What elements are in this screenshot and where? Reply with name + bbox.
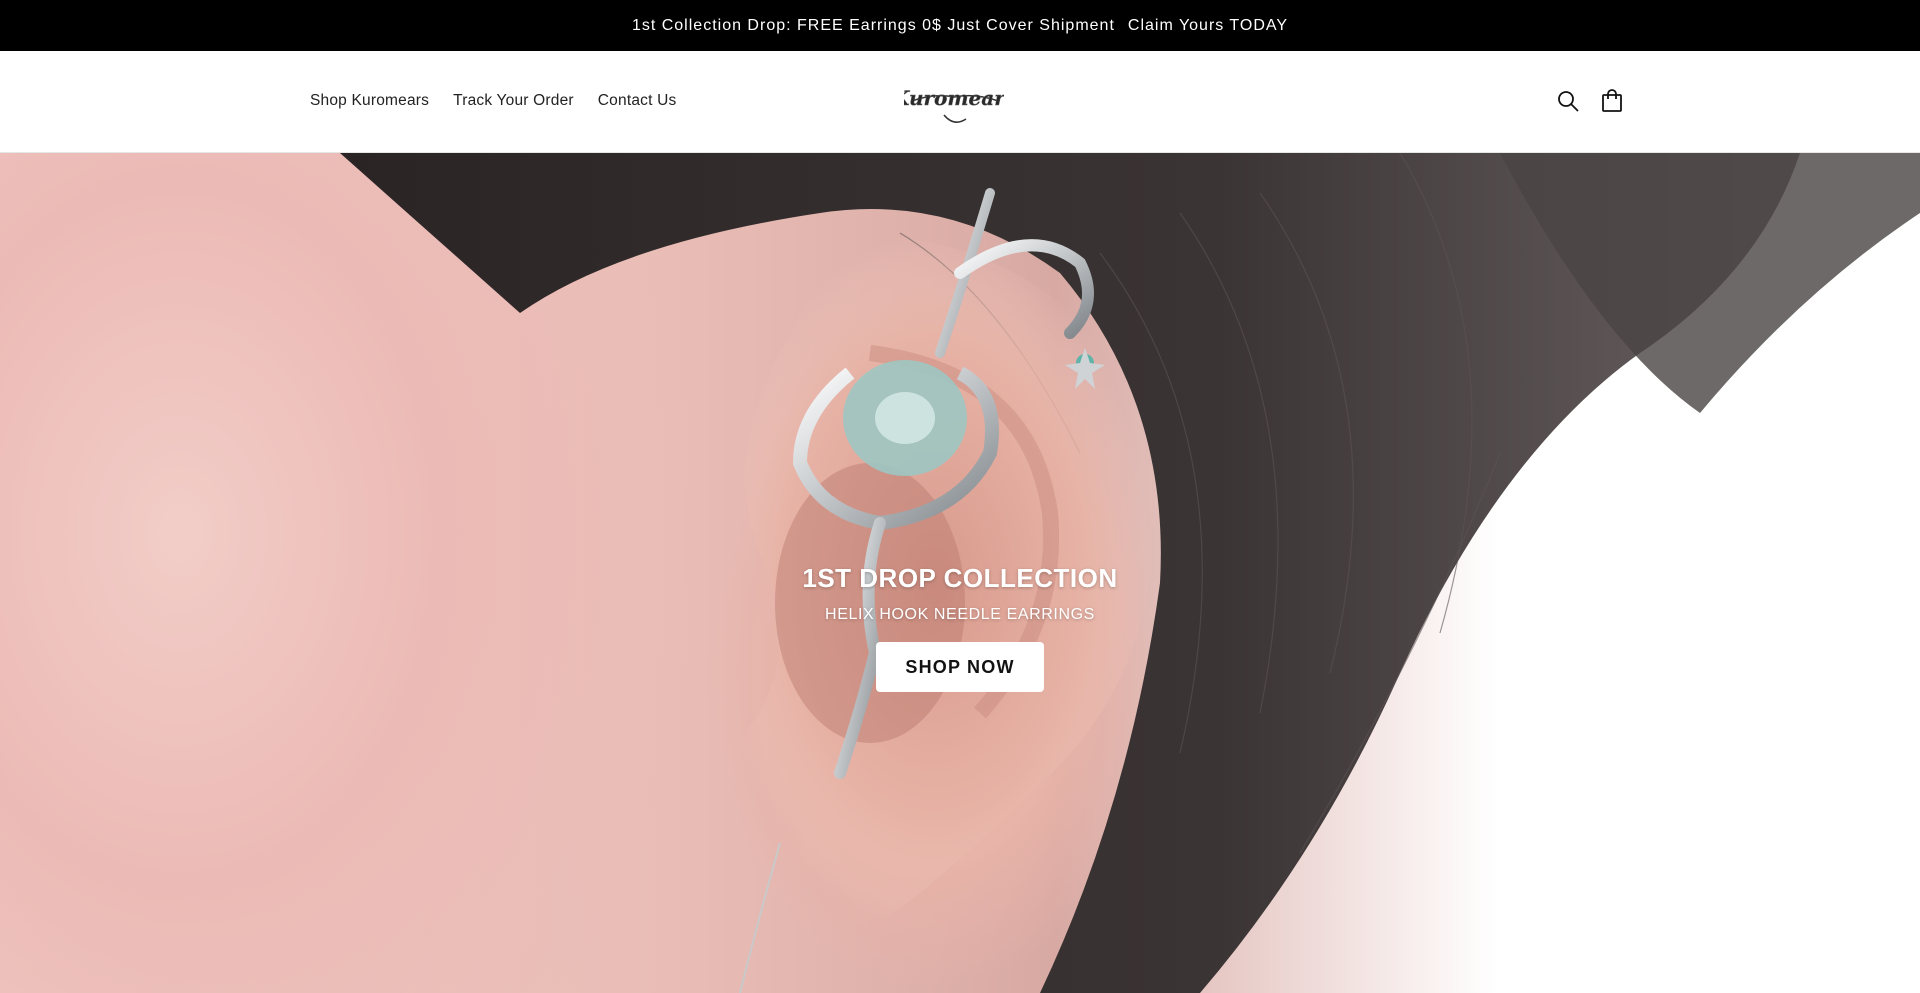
hero-content: 1ST DROP COLLECTION HELIX HOOK NEEDLE EA…	[760, 563, 1160, 692]
nav-contact-us[interactable]: Contact Us	[598, 92, 677, 110]
nav-track-order[interactable]: Track Your Order	[453, 92, 574, 110]
site-header: Shop Kuromears Track Your Order Contact …	[0, 51, 1920, 153]
announcement-cta[interactable]: Claim Yours TODAY	[1128, 17, 1288, 35]
hero-banner: 1ST DROP COLLECTION HELIX HOOK NEEDLE EA…	[0, 153, 1920, 993]
hero-subtitle: HELIX HOOK NEEDLE EARRINGS	[825, 606, 1095, 623]
main-nav: Shop Kuromears Track Your Order Contact …	[310, 51, 700, 151]
shop-now-button[interactable]: SHOP NOW	[876, 642, 1044, 692]
announcement-text: 1st Collection Drop: FREE Earrings 0$ Ju…	[631, 16, 1115, 34]
header-icons	[1540, 51, 1628, 151]
nav-shop-kuromears[interactable]: Shop Kuromears	[310, 92, 429, 110]
logo-text: Kuromears	[904, 86, 1004, 110]
logo-image: Kuromears	[904, 86, 1004, 123]
cart-icon[interactable]	[1596, 85, 1628, 117]
announcement-bar[interactable]: 1st Collection Drop: FREE Earrings 0$ Ju…	[0, 0, 1920, 51]
hero-title: 1ST DROP COLLECTION	[802, 563, 1118, 593]
search-icon[interactable]	[1552, 85, 1584, 117]
logo[interactable]: Kuromears	[904, 71, 1004, 131]
